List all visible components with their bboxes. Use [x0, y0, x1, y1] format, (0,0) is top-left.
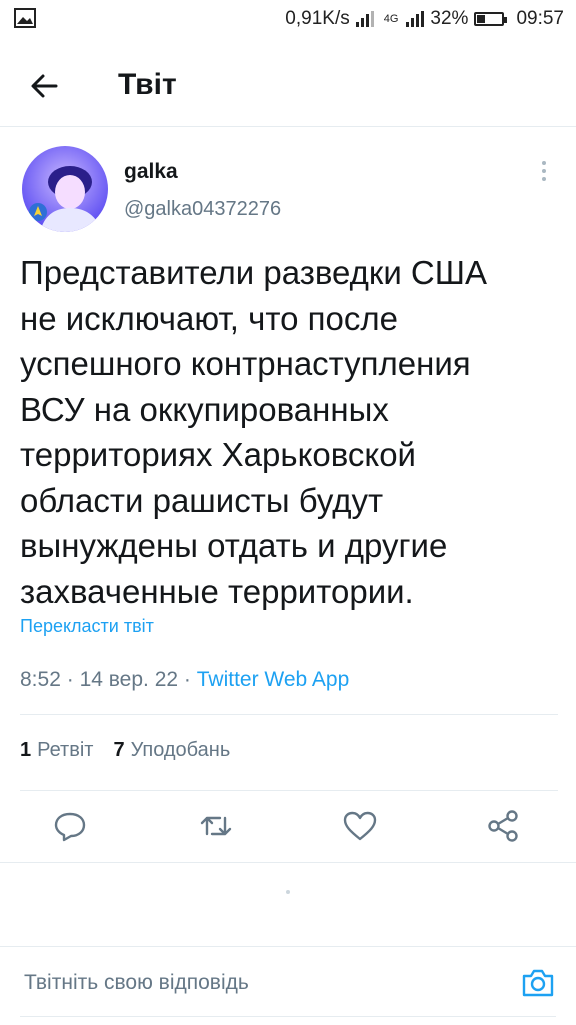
author-name[interactable]: galka — [124, 160, 178, 184]
retweets-stat[interactable]: 1 Ретвіт — [20, 739, 93, 761]
network-speed: 0,91K/s — [285, 8, 350, 29]
battery-percent: 32% — [430, 8, 469, 29]
loading-indicator — [286, 890, 290, 894]
retweets-label: Ретвіт — [37, 739, 94, 761]
app-header: Твіт — [0, 48, 576, 127]
author-handle[interactable]: @galka04372276 — [124, 198, 281, 221]
likes-label: Уподобань — [130, 739, 231, 761]
network-type: 4G — [383, 13, 399, 25]
camera-icon — [522, 969, 554, 997]
gallery-notification-icon — [14, 8, 36, 33]
likes-stat[interactable]: 7 Уподобань — [113, 739, 230, 761]
retweets-count: 1 — [20, 739, 32, 761]
like-button[interactable] — [340, 806, 380, 846]
back-button[interactable] — [26, 66, 66, 106]
divider — [20, 790, 558, 791]
signal-icon-2 — [406, 11, 425, 27]
clock: 09:57 — [516, 8, 564, 29]
reply-underline — [20, 1016, 556, 1017]
like-icon — [343, 811, 377, 841]
tweet-stats: 1 Ретвіт 7 Уподобань — [20, 739, 230, 762]
avatar[interactable] — [22, 146, 108, 232]
meta-separator: · — [183, 668, 191, 691]
share-button[interactable] — [484, 806, 524, 846]
retweet-button[interactable] — [196, 806, 236, 846]
arrow-left-icon — [31, 74, 58, 98]
translate-link[interactable]: Перекласти твіт — [20, 616, 154, 637]
camera-button[interactable] — [520, 965, 556, 1001]
tweet-text: Представители разведки США не исключают,… — [20, 254, 488, 610]
divider — [0, 862, 576, 863]
tweet-source-link[interactable]: Twitter Web App — [197, 668, 350, 691]
tweet-meta: 8:52 · 14 вер. 22 · Twitter Web App — [20, 668, 349, 692]
reply-bar — [0, 946, 576, 1025]
status-bar: 0,91K/s 4G 32% 09:57 — [0, 0, 576, 38]
divider — [20, 714, 558, 715]
battery-icon — [474, 12, 508, 26]
meta-separator: · — [66, 668, 74, 691]
retweet-icon — [200, 816, 232, 836]
likes-count: 7 — [113, 739, 125, 761]
signal-icon — [355, 11, 374, 27]
reply-icon — [54, 812, 86, 842]
page-title: Твіт — [118, 68, 177, 101]
tweet-date: 14 вер. 22 — [79, 668, 179, 691]
reply-button[interactable] — [50, 806, 90, 846]
tweet-time: 8:52 — [20, 668, 61, 691]
more-vertical-icon — [534, 161, 554, 181]
reply-input[interactable] — [24, 971, 484, 995]
share-icon — [488, 810, 518, 842]
more-options-button[interactable] — [534, 158, 554, 188]
